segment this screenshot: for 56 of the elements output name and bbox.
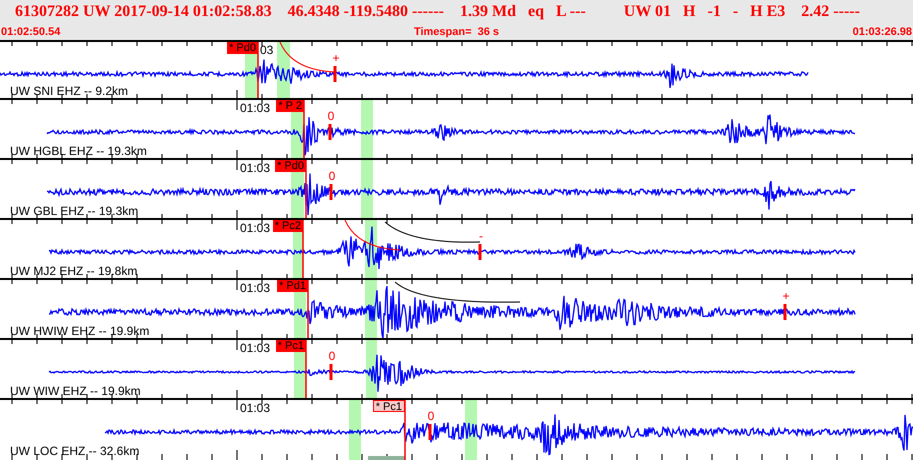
- event-summary-field: 1.39 Md: [460, 4, 516, 20]
- start-time: 01:02:50.54: [1, 26, 60, 38]
- time-label: 01:03: [240, 282, 270, 294]
- amplitude-label: -: [479, 230, 483, 242]
- coda-decay-curve: [344, 220, 400, 250]
- station-label: UW MJ2 EHZ -- 19.8km: [10, 265, 138, 277]
- event-summary-field: eq: [528, 4, 544, 20]
- amplitude-marker: [428, 424, 432, 440]
- event-summary-field: -: [732, 4, 738, 20]
- pick-flag[interactable]: * Pc1: [276, 340, 306, 352]
- time-window-band: [361, 100, 373, 160]
- amplitude-marker: [328, 124, 332, 140]
- event-summary-field: L ---: [556, 4, 586, 20]
- time-label: 01:03: [240, 162, 270, 174]
- pick-flag[interactable]: * Pc2: [272, 220, 303, 232]
- amplitude-label: 0: [428, 410, 434, 422]
- station-label: UW HGBL EHZ -- 19.3km: [10, 145, 147, 157]
- time-label: 01:03: [240, 222, 270, 234]
- event-summary-field: -1: [708, 4, 721, 20]
- event-summary-field: 46.4348 -119.5480 ------: [288, 4, 444, 20]
- time-window-band: [361, 160, 373, 220]
- amplitude-marker: [478, 244, 482, 260]
- time-label: 01:03: [240, 342, 270, 354]
- pick-line: [257, 42, 259, 100]
- pick-flag[interactable]: * Pd0: [227, 42, 258, 54]
- time-label: 01:03: [240, 402, 270, 414]
- station-label: UW SNI EHZ -- 9.2km: [10, 85, 128, 97]
- time-label: 03: [260, 44, 274, 56]
- time-window-band: [349, 400, 361, 460]
- amplitude-marker: [784, 304, 786, 320]
- event-summary-field: H E3: [750, 4, 786, 20]
- event-summary-field: 2.42 -----: [801, 4, 860, 20]
- amplitude-marker: [334, 66, 336, 82]
- amplitude-label: 0: [328, 170, 336, 182]
- pick-flag[interactable]: * Pd0: [275, 160, 306, 172]
- end-time: 01:03:26.98: [852, 26, 912, 38]
- amplitude-label: 0: [328, 110, 334, 122]
- timespan-label: Timespan= 36 s: [414, 26, 500, 38]
- pick-flag[interactable]: * P 2: [276, 100, 304, 112]
- pick-flag[interactable]: * Pd1: [277, 280, 308, 292]
- amplitude-label: +: [332, 52, 340, 64]
- amplitude-marker: [330, 184, 332, 200]
- event-summary-field: H: [683, 4, 696, 20]
- station-label: UW GBL EHZ -- 19.3km: [10, 205, 138, 217]
- event-summary-field: UW 01: [624, 4, 672, 20]
- amplitude-marker: [330, 364, 332, 380]
- amplitude-label: +: [782, 290, 790, 302]
- window-bar: [368, 456, 405, 460]
- pick-line: [404, 400, 406, 460]
- station-label: UW LOC EHZ -- 32.6km: [10, 445, 140, 457]
- amplitude-label: 0: [328, 350, 336, 362]
- pick-flag[interactable]: * Pc1: [372, 400, 405, 412]
- time-label: 01:03: [240, 102, 270, 114]
- event-summary-field: 61307282 UW 2017-09-14 01:02:58.83: [15, 4, 272, 20]
- station-label: UW HWIW EHZ -- 19.9km: [10, 325, 150, 337]
- station-label: UW WIW EHZ -- 19.9km: [10, 385, 141, 397]
